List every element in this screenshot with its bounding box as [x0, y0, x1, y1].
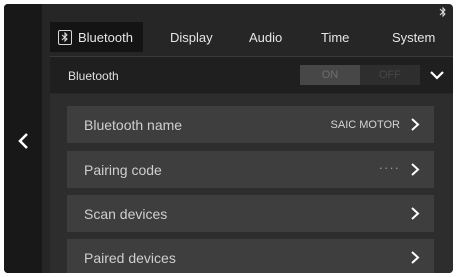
bluetooth-name-row[interactable]: Bluetooth name SAIC MOTOR — [67, 106, 434, 143]
settings-list: Bluetooth name SAIC MOTOR Pairing code ·… — [50, 94, 453, 273]
tab-display[interactable]: Display — [170, 22, 213, 52]
paired-devices-row[interactable]: Paired devices — [67, 239, 434, 273]
list-item-label: Paired devices — [84, 250, 176, 266]
list-item-label: Bluetooth name — [84, 117, 183, 133]
section-title: Bluetooth — [68, 69, 119, 83]
back-button[interactable] — [10, 128, 36, 154]
section-header: Bluetooth ON OFF — [50, 56, 453, 93]
tab-label: Bluetooth — [78, 29, 133, 45]
pairing-code-value: ···· — [378, 160, 400, 175]
list-item-label: Pairing code — [84, 162, 162, 178]
settings-screen: Bluetooth Display Audio Time System Blue… — [4, 4, 453, 273]
tab-bar: Bluetooth Display Audio Time System — [50, 22, 453, 52]
tab-time[interactable]: Time — [321, 22, 349, 52]
tab-label: Time — [321, 29, 350, 45]
left-rail — [4, 4, 42, 273]
tab-bluetooth[interactable]: Bluetooth — [50, 22, 143, 52]
pairing-code-row[interactable]: Pairing code ···· — [67, 151, 434, 188]
collapse-button[interactable] — [427, 65, 447, 85]
chevron-left-icon — [18, 133, 28, 149]
bluetooth-icon — [58, 29, 72, 45]
chevron-right-icon — [410, 117, 420, 132]
chevron-right-icon — [410, 206, 420, 221]
toggle-off-option[interactable]: OFF — [360, 65, 420, 85]
list-item-label: Scan devices — [84, 206, 168, 222]
chevron-right-icon — [410, 250, 420, 265]
tab-label: System — [392, 29, 436, 45]
toggle-on-option[interactable]: ON — [300, 65, 360, 85]
tab-audio[interactable]: Audio — [249, 22, 282, 52]
chevron-down-icon — [430, 71, 444, 80]
bluetooth-name-value: SAIC MOTOR — [330, 119, 400, 131]
tab-label: Display — [170, 29, 213, 45]
bluetooth-toggle[interactable]: ON OFF — [300, 65, 420, 85]
tab-label: Audio — [249, 29, 283, 45]
chevron-right-icon — [410, 162, 420, 177]
tab-system[interactable]: System — [392, 22, 435, 52]
scan-devices-row[interactable]: Scan devices — [67, 195, 434, 232]
bluetooth-icon — [439, 6, 446, 18]
